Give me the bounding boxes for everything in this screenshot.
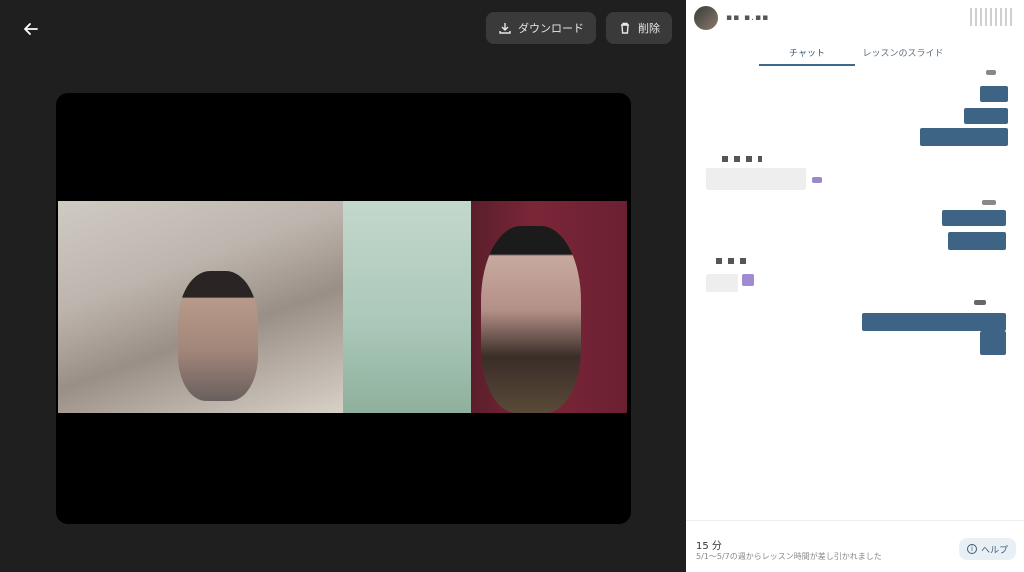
participant-face [481,226,581,413]
sender-label [722,156,762,162]
participant-video-2 [471,201,627,413]
delete-label: 削除 [638,22,660,35]
video-content [58,201,627,413]
participant-face [178,271,258,401]
download-icon [499,23,511,34]
message-outgoing [920,128,1008,146]
message-outgoing [942,210,1006,226]
participant-video-background [343,201,471,413]
avatar[interactable] [694,6,718,30]
message-incoming [706,274,738,292]
footer-divider [686,520,1024,521]
message-timestamp [974,300,986,305]
message-reaction [742,274,754,286]
message-incoming [706,168,806,190]
back-arrow-icon[interactable] [18,16,44,42]
message-outgoing [980,86,1008,102]
lesson-note: 5/1〜5/7の週からレッスン時間が差し引かれました [696,552,882,561]
participant-video-1 [58,201,343,413]
message-timestamp [986,70,996,75]
message-timestamp [982,200,996,205]
video-player[interactable] [56,93,631,524]
viewer-actions: ダウンロード 削除 [486,12,672,44]
message-outgoing [862,313,1006,331]
chat-header: ▪▪ ▪.▪▪ [686,0,1024,36]
message-reaction [812,177,822,183]
message-outgoing [964,108,1008,124]
delete-button[interactable]: 削除 [606,12,672,44]
download-label: ダウンロード [518,22,584,35]
help-label: ヘルプ [980,545,1008,556]
sender-label [716,258,746,264]
chat-panel: ▪▪ ▪.▪▪ チャット レッスンのスライド 15 分 5/1〜5/7の週からレ… [686,0,1024,572]
chat-messages [686,66,1024,516]
chat-tabs: チャット レッスンのスライド [686,40,1024,66]
info-icon: i [966,544,977,554]
trash-icon [621,22,629,34]
download-button[interactable]: ダウンロード [486,12,596,44]
tab-chat[interactable]: チャット [759,40,855,66]
header-meta-redacted [970,8,1012,26]
participant-name-redacted: ▪▪ ▪.▪▪ [726,13,770,23]
video-viewer: ダウンロード 削除 [0,0,686,572]
lesson-duration: 15 分 [696,541,722,552]
message-outgoing [948,232,1006,250]
tab-lesson-slides[interactable]: レッスンのスライド [855,40,951,66]
message-outgoing [980,331,1006,355]
help-button[interactable]: i ヘルプ [958,538,1016,560]
